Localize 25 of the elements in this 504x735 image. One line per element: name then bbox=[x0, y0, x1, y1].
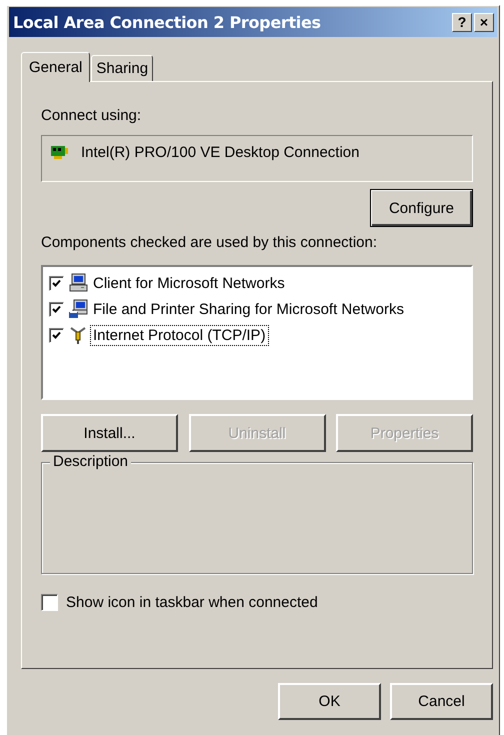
close-button[interactable]: × bbox=[474, 12, 494, 32]
dialog-button[interactable]: Cancel bbox=[390, 683, 493, 720]
section-label: Components checked are used by this connection: bbox=[41, 233, 378, 253]
check-icon bbox=[52, 279, 61, 287]
checkbox[interactable] bbox=[41, 594, 58, 611]
network-card-icon bbox=[50, 144, 69, 160]
network-plug-icon bbox=[69, 325, 88, 345]
help-button[interactable]: ? bbox=[452, 12, 472, 32]
check-icon bbox=[52, 305, 61, 313]
checkbox-label: Show icon in taskbar when connected bbox=[66, 594, 318, 611]
computer-icon bbox=[69, 273, 88, 293]
list-item[interactable]: File and Printer Sharing for Microsoft Networks bbox=[90, 298, 407, 320]
list-item[interactable]: Client for Microsoft Networks bbox=[90, 272, 288, 294]
adapter-name: Intel(R) PRO/100 VE Desktop Connection bbox=[81, 144, 360, 162]
group-title: Description bbox=[50, 453, 132, 471]
section-label: Connect using: bbox=[41, 106, 142, 126]
dialog-button[interactable]: OK bbox=[278, 683, 381, 720]
computer-printer-icon bbox=[69, 299, 88, 319]
check-icon bbox=[52, 331, 61, 339]
window-title: Local Area Connection 2 Properties bbox=[13, 12, 321, 32]
tab[interactable]: General bbox=[21, 52, 90, 82]
action-button[interactable]: Install... bbox=[41, 414, 178, 452]
list-item[interactable]: Internet Protocol (TCP/IP) bbox=[90, 324, 269, 346]
tab[interactable]: Sharing bbox=[91, 55, 154, 81]
configure-button[interactable]: Configure bbox=[370, 189, 473, 227]
